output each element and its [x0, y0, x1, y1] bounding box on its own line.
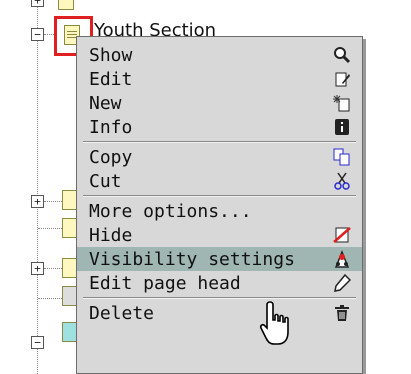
tree-expander[interactable]: +	[31, 195, 44, 208]
menu-item-edit-page-head[interactable]: Edit page head	[77, 271, 362, 295]
magnifier-icon	[332, 45, 352, 65]
menu-item-label: Hide	[89, 224, 133, 246]
menu-item-label: Edit page head	[89, 272, 241, 294]
menu-item-label: More options...	[89, 200, 252, 222]
menu-item-label: Show	[89, 44, 133, 66]
menu-item-label: Delete	[89, 302, 155, 324]
menu-item-cut[interactable]: Cut	[77, 169, 362, 193]
tree-line	[44, 268, 62, 269]
tree-line	[44, 201, 62, 202]
new-page-icon	[332, 93, 352, 113]
menu-item-hide[interactable]: Hide	[77, 223, 362, 247]
edit-page-icon	[332, 69, 352, 89]
tree-collapse-toggle[interactable]: −	[31, 336, 44, 349]
scissors-icon	[332, 171, 352, 191]
tree-collapse-toggle[interactable]: −	[31, 28, 44, 41]
tree-expander[interactable]: +	[31, 0, 44, 7]
pencil-icon	[332, 273, 352, 293]
trash-icon	[332, 303, 352, 323]
menu-item-label: New	[89, 92, 122, 114]
tree-line	[38, 298, 62, 299]
tree-line	[37, 0, 38, 374]
menu-separator	[83, 297, 356, 299]
menu-item-edit[interactable]: Edit	[77, 67, 362, 91]
menu-item-delete[interactable]: Delete	[77, 301, 362, 325]
menu-item-show[interactable]: Show	[77, 43, 362, 67]
menu-item-label: Visibility settings	[89, 248, 295, 270]
menu-item-new[interactable]: New	[77, 91, 362, 115]
menu-separator	[83, 195, 356, 197]
menu-separator	[83, 141, 356, 143]
menu-item-info[interactable]: Info	[77, 115, 362, 139]
menu-item-visibility-settings[interactable]: Visibility settings	[77, 247, 362, 271]
hidden-icon	[332, 225, 352, 245]
page-icon	[58, 0, 74, 10]
menu-item-label: Cut	[89, 170, 122, 192]
hand-pointer-cursor	[258, 300, 298, 348]
tree-expander[interactable]: +	[31, 262, 44, 275]
tree-line	[38, 228, 62, 229]
menu-item-label: Copy	[89, 146, 133, 168]
info-icon	[332, 117, 352, 137]
copy-icon	[332, 147, 352, 167]
menu-item-copy[interactable]: Copy	[77, 145, 362, 169]
menu-item-label: Info	[89, 116, 133, 138]
menu-item-label: Edit	[89, 68, 133, 90]
visibility-settings-icon	[332, 249, 352, 269]
context-menu: Show Edit New Info Copy Cut More options…	[76, 36, 363, 374]
menu-item-more-options[interactable]: More options...	[77, 199, 362, 223]
